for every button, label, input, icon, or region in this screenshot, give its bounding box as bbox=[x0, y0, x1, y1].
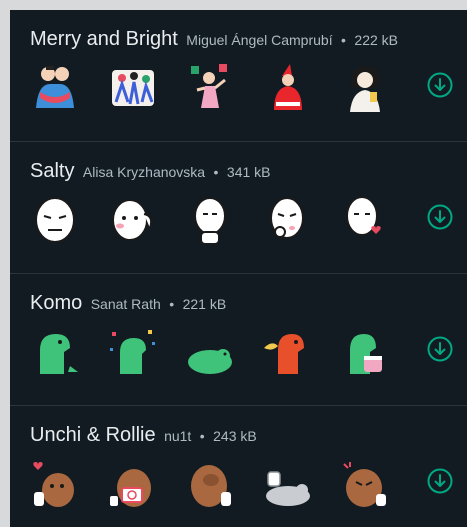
red-santa-sticker bbox=[274, 64, 302, 110]
party-girl-sticker bbox=[191, 64, 227, 108]
face-thinking-sticker bbox=[270, 197, 304, 239]
brown-bear-hearts-sticker bbox=[33, 462, 74, 507]
pack-name: Unchi & Rollie bbox=[30, 424, 156, 446]
pack-header: Salty Alisa Kryzhanovska • 341 kB bbox=[30, 160, 271, 183]
dino-cake-sticker bbox=[350, 334, 382, 374]
pack-size: 341 kB bbox=[226, 164, 271, 180]
meta-separator: • bbox=[199, 428, 205, 444]
download-icon[interactable] bbox=[427, 468, 453, 494]
grey-cat-lying-sticker bbox=[266, 471, 310, 506]
download-icon[interactable] bbox=[427, 336, 453, 362]
pack-name: Salty bbox=[30, 160, 75, 182]
face-heart-sticker bbox=[346, 196, 381, 236]
sticker-pack-unchi-and-rollie[interactable]: Unchi & Rollie nu1t • 243 kB bbox=[10, 406, 467, 527]
pack-name: Komo bbox=[30, 292, 83, 314]
pack-author: Miguel Ángel Camprubí bbox=[186, 32, 333, 48]
pack-size: 243 kB bbox=[213, 428, 257, 444]
pack-header: Komo Sanat Rath • 221 kB bbox=[30, 292, 226, 315]
pack-author: nu1t bbox=[164, 428, 192, 444]
pack-header: Unchi & Rollie nu1t • 243 kB bbox=[30, 424, 257, 447]
meta-separator: • bbox=[169, 296, 175, 312]
white-face-sticker bbox=[35, 197, 75, 243]
download-icon[interactable] bbox=[427, 72, 453, 98]
face-waving-sticker bbox=[112, 199, 153, 241]
dino-lying-sticker bbox=[188, 349, 232, 374]
sticker-pack-list[interactable]: Merry and Bright Miguel Ángel Camprubí •… bbox=[10, 10, 467, 527]
sticker-pack-merry-and-bright[interactable]: Merry and Bright Miguel Ángel Camprubí •… bbox=[10, 10, 467, 142]
dancing-crowd-sticker bbox=[112, 70, 154, 106]
green-dino-sticker bbox=[40, 334, 78, 374]
pack-size: 221 kB bbox=[182, 296, 227, 312]
face-thumbs-sticker bbox=[194, 197, 226, 245]
pack-header: Merry and Bright Miguel Ángel Camprubí •… bbox=[30, 28, 398, 51]
pack-size: 222 kB bbox=[354, 32, 398, 48]
pack-name: Merry and Bright bbox=[30, 28, 178, 50]
hugging-couple-sticker bbox=[36, 66, 74, 108]
meta-separator: • bbox=[213, 164, 219, 180]
sticker-pack-komo[interactable]: Komo Sanat Rath • 221 kB bbox=[10, 274, 467, 406]
dino-confetti-sticker bbox=[110, 330, 155, 374]
bear-angry-sticker bbox=[343, 462, 386, 507]
bear-sign-sticker bbox=[110, 469, 151, 507]
download-icon[interactable] bbox=[427, 204, 453, 230]
girl-with-drink-sticker bbox=[350, 66, 380, 112]
red-dino-fire-sticker bbox=[264, 334, 304, 374]
pack-author: Sanat Rath bbox=[90, 296, 161, 312]
pack-author: Alisa Kryzhanovska bbox=[82, 164, 206, 180]
meta-separator: • bbox=[341, 32, 346, 48]
sticker-pack-salty[interactable]: Salty Alisa Kryzhanovska • 341 kB bbox=[10, 142, 467, 274]
bear-facepalm-sticker bbox=[191, 465, 231, 507]
